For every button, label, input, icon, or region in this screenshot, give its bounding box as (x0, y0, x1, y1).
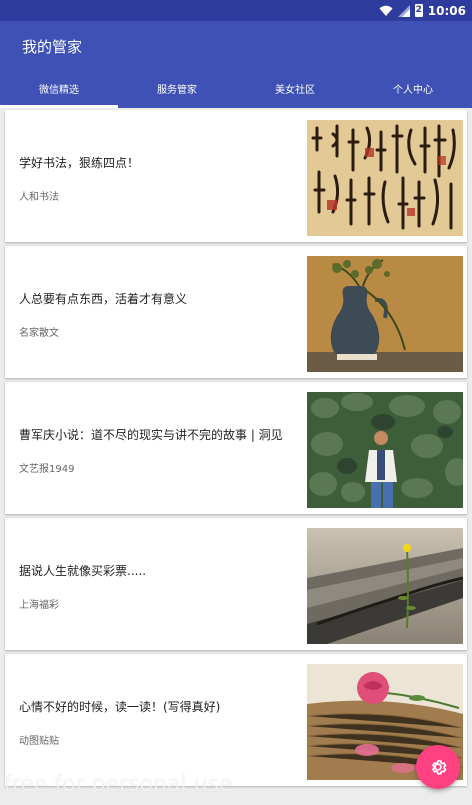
gear-icon (431, 760, 447, 775)
tab-bar: 微信精选 服务管家 美女社区 个人中心 (0, 77, 472, 108)
article-title: 学好书法，狠练四点！ (19, 156, 140, 170)
article-card[interactable]: 学好书法，狠练四点！ 人和书法 (5, 110, 467, 242)
signal-icon (397, 4, 410, 17)
tab-personal-center[interactable]: 个人中心 (354, 77, 472, 108)
article-card[interactable]: 人总要有点东西，活着才有意义 名家散文 (5, 246, 467, 378)
article-card[interactable]: 心情不好的时候，读一读！(写得真好) 动图贴贴 (5, 654, 467, 786)
app-title: 我的管家 (22, 38, 83, 56)
article-title: 据说人生就像买彩票..... (19, 564, 147, 578)
article-title: 曹军庆小说：道不尽的现实与讲不完的故事 | 洞见 (19, 428, 283, 442)
article-title: 心情不好的时候，读一读！(写得真好) (19, 700, 221, 714)
man-by-stone-wall-image (307, 392, 463, 508)
watermark-text: free for personal use (4, 772, 233, 797)
wifi-icon (379, 5, 393, 16)
tab-service-butler[interactable]: 服务管家 (118, 77, 236, 108)
article-source: 人和书法 (19, 192, 59, 203)
settings-fab-button[interactable] (416, 745, 460, 789)
calligraphy-image (307, 120, 463, 236)
battery-level: 2 (415, 5, 422, 15)
article-source: 文艺报1949 (19, 464, 75, 475)
tab-wechat-picks[interactable]: 微信精选 (0, 77, 118, 108)
article-title: 人总要有点东西，活着才有意义 (19, 292, 188, 306)
app-bar: 我的管家 微信精选 服务管家 美女社区 个人中心 (0, 21, 472, 108)
article-card[interactable]: 据说人生就像买彩票..... 上海福彩 (5, 518, 467, 650)
article-card[interactable]: 曹军庆小说：道不尽的现实与讲不完的故事 | 洞见 文艺报1949 (5, 382, 467, 514)
article-source: 上海福彩 (19, 600, 59, 611)
article-source: 动图贴贴 (19, 736, 59, 747)
flower-in-crack-image (307, 528, 463, 644)
vase-with-branches-image (307, 256, 463, 372)
clock: 10:06 (427, 3, 466, 18)
status-bar: 2 10:06 (0, 0, 472, 21)
article-source: 名家散文 (19, 328, 59, 339)
tab-community[interactable]: 美女社区 (236, 77, 354, 108)
battery-icon: 2 (414, 4, 423, 17)
